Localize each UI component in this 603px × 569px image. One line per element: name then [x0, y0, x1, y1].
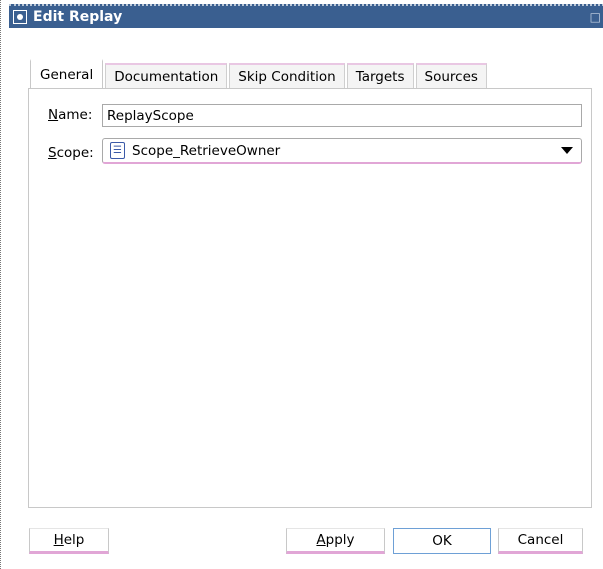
title-bar[interactable]: Edit Replay □ [9, 4, 603, 28]
scope-label: Scope: [48, 145, 94, 161]
apply-button[interactable]: Apply [286, 528, 385, 554]
maximize-icon[interactable]: □ [590, 10, 601, 24]
tab-skip-condition[interactable]: Skip Condition [229, 63, 345, 89]
window-title: Edit Replay [33, 9, 123, 25]
general-panel: Name: Scope: ☰ Scope_RetrieveOwner [28, 88, 592, 508]
chevron-down-icon[interactable] [561, 147, 573, 154]
scope-dropdown[interactable]: ☰ Scope_RetrieveOwner [102, 138, 582, 164]
scope-icon: ☰ [110, 142, 125, 159]
tab-general[interactable]: General [30, 59, 104, 89]
tab-strip: General Documentation Skip Condition Tar… [30, 59, 489, 89]
name-label: Name: [48, 107, 93, 123]
scope-selected-value: Scope_RetrieveOwner [132, 142, 281, 159]
tab-documentation[interactable]: Documentation [105, 63, 228, 89]
name-input[interactable] [102, 104, 582, 127]
help-button[interactable]: Help [29, 528, 109, 554]
window-menu-icon[interactable] [13, 10, 27, 24]
tab-targets[interactable]: Targets [346, 63, 414, 89]
cancel-button[interactable]: Cancel [498, 528, 583, 554]
tab-sources[interactable]: Sources [415, 63, 487, 89]
ok-button[interactable]: OK [393, 528, 491, 554]
edit-replay-dialog: Edit Replay □ General Documentation Skip… [0, 0, 603, 569]
